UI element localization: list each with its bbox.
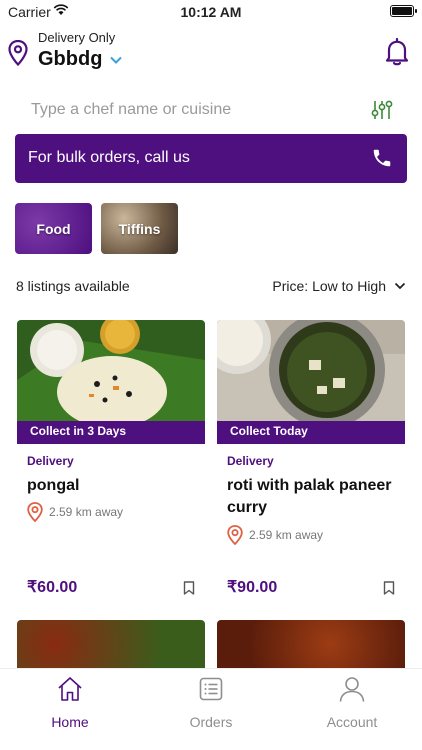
bulk-order-label: For bulk orders, call us — [28, 149, 190, 166]
battery-icon — [390, 5, 417, 17]
orders-icon — [199, 677, 223, 701]
tab-label: Home — [51, 714, 89, 730]
clock: 10:12 AM — [180, 4, 242, 20]
listing-card[interactable]: Collect in 3 Days Delivery pongal 2.59 k… — [17, 320, 205, 610]
map-pin-icon[interactable] — [8, 40, 28, 66]
category-label: Tiffins — [118, 220, 161, 237]
listing-price: ₹90.00 — [227, 579, 278, 596]
listing-card[interactable]: Collect Today Delivery roti with palak p… — [217, 320, 405, 610]
chevron-down-icon — [394, 282, 406, 290]
category-label: Food — [36, 220, 71, 237]
listing-card[interactable] — [217, 620, 405, 668]
chevron-down-icon[interactable] — [108, 52, 124, 68]
listing-image — [217, 320, 405, 422]
location-selector[interactable]: Gbbdg — [38, 48, 102, 71]
listing-name: roti with palak paneer curry — [227, 477, 392, 516]
distance-label: 2.59 km away — [249, 528, 324, 542]
bookmark-icon[interactable] — [183, 581, 195, 595]
account-icon — [339, 677, 365, 702]
listing-price: ₹60.00 — [27, 579, 78, 596]
sort-dropdown[interactable]: Price: Low to High — [272, 278, 406, 294]
bell-icon[interactable] — [384, 36, 410, 66]
listing-count: 8 listings available — [16, 278, 130, 294]
distance-label: 2.59 km away — [49, 505, 124, 519]
collect-badge: Collect Today — [217, 421, 405, 444]
delivery-mode: Delivery — [227, 454, 274, 468]
tab-label: Orders — [189, 714, 233, 730]
tab-home[interactable]: Home — [0, 675, 140, 730]
category-tiffins[interactable]: Tiffins — [101, 203, 178, 254]
listing-card[interactable] — [17, 620, 205, 668]
collect-badge: Collect in 3 Days — [17, 421, 205, 444]
search-input[interactable]: Type a chef name or cuisine — [31, 101, 231, 119]
map-pin-icon — [27, 502, 43, 522]
bulk-order-banner[interactable]: For bulk orders, call us — [15, 134, 407, 183]
tab-bar: Home Orders Account — [0, 668, 422, 750]
distance: 2.59 km away — [227, 525, 323, 545]
sliders-icon[interactable] — [371, 99, 393, 121]
home-icon — [58, 677, 82, 701]
search-bar[interactable]: Type a chef name or cuisine — [15, 95, 407, 125]
sort-label: Price: Low to High — [272, 278, 386, 294]
status-bar: Carrier 10:12 AM — [0, 0, 422, 24]
tab-label: Account — [326, 714, 378, 730]
phone-icon[interactable] — [371, 147, 393, 169]
tab-account[interactable]: Account — [282, 675, 422, 730]
map-pin-icon — [227, 525, 243, 545]
distance: 2.59 km away — [27, 502, 123, 522]
delivery-mode: Delivery — [27, 454, 74, 468]
listing-name: pongal — [27, 477, 80, 494]
bookmark-icon[interactable] — [383, 581, 395, 595]
tab-orders[interactable]: Orders — [141, 675, 281, 730]
listing-image — [17, 320, 205, 422]
category-food[interactable]: Food — [15, 203, 92, 254]
delivery-mode-label: Delivery Only — [38, 30, 116, 45]
